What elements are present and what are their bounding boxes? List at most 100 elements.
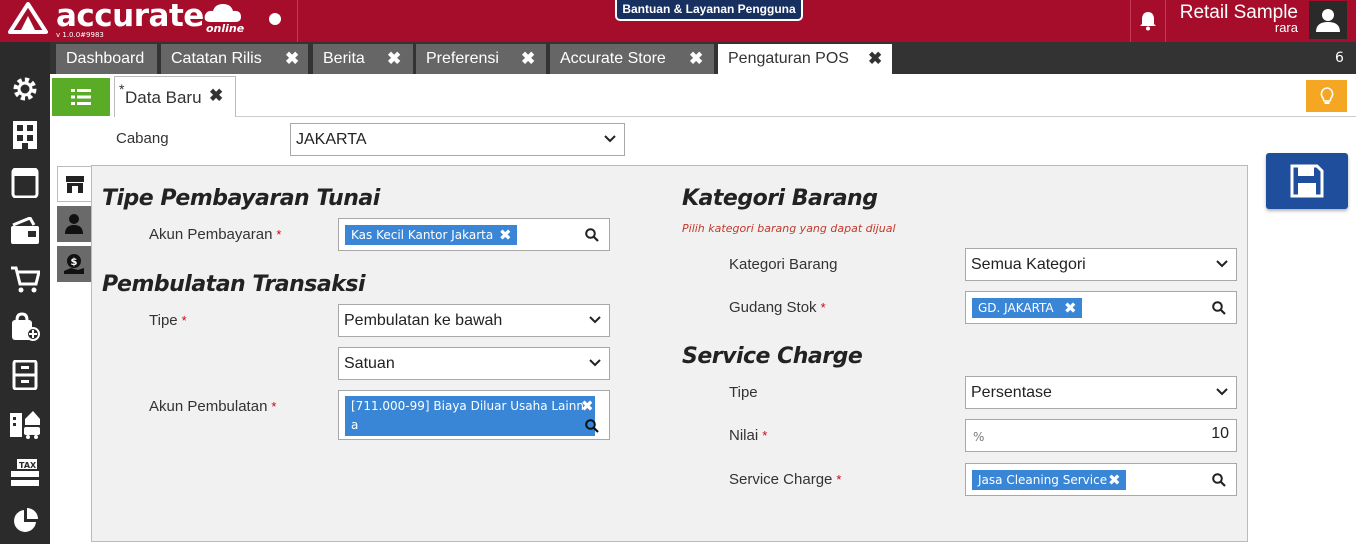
chevron-down-icon xyxy=(1216,388,1228,396)
rounding-type-label: Tipe * xyxy=(149,312,187,329)
tab-label: Accurate Store xyxy=(560,50,666,67)
service-value-label: Nilai * xyxy=(729,427,768,444)
tab-bar: Dashboard Catatan Rilis ✖ Berita ✖ Prefere… xyxy=(50,42,1356,74)
cash-payment-title: Tipe Pembayaran Tunai xyxy=(102,186,380,211)
divider xyxy=(236,116,1356,117)
service-value: 10 xyxy=(1211,425,1229,442)
notification-button[interactable] xyxy=(1130,0,1166,42)
tab-pengaturan-pos[interactable]: Pengaturan POS ✖ xyxy=(718,44,892,74)
branch-select[interactable]: JAKARTA xyxy=(290,123,625,156)
asset-buildings-icon[interactable] xyxy=(8,406,42,440)
tab-label: Pengaturan POS xyxy=(728,50,849,67)
money-hand-icon: $ xyxy=(64,254,84,274)
store-icon xyxy=(65,176,84,193)
wallet-icon[interactable] xyxy=(8,214,42,248)
brand-name: accurate xyxy=(56,0,204,34)
tab-dashboard[interactable]: Dashboard xyxy=(56,44,157,74)
close-icon[interactable]: ✖ xyxy=(689,44,703,74)
search-icon[interactable] xyxy=(1212,301,1226,315)
tab-label: Berita xyxy=(323,50,365,67)
tab-count-badge[interactable]: 6 xyxy=(1323,42,1356,74)
tab-store[interactable] xyxy=(57,166,91,202)
report-pie-chart-icon[interactable] xyxy=(8,504,42,538)
tab-accurate-store[interactable]: Accurate Store ✖ xyxy=(550,44,714,74)
tab-label: Preferensi xyxy=(426,50,499,67)
service-type-select[interactable]: Persentase xyxy=(965,376,1237,409)
search-icon[interactable] xyxy=(585,228,599,242)
svg-text:$: $ xyxy=(71,257,78,268)
avatar[interactable] xyxy=(1309,1,1347,39)
app-version: v 1.0.0#9983 xyxy=(56,31,104,39)
save-button[interactable] xyxy=(1266,153,1348,209)
ledger-book-icon[interactable] xyxy=(8,166,42,200)
sidebar: TAX xyxy=(0,42,50,544)
close-icon[interactable]: ✖ xyxy=(387,44,401,74)
status-indicator-icon xyxy=(269,13,281,25)
cart-icon[interactable] xyxy=(8,262,42,296)
category-hint: Pilih kategori barang yang dapat dijual xyxy=(682,222,896,235)
close-icon[interactable]: ✖ xyxy=(868,44,882,74)
close-icon[interactable]: ✖ xyxy=(521,44,535,74)
user-name[interactable]: rara xyxy=(1168,20,1298,35)
rounding-type-select[interactable]: Pembulatan ke bawah xyxy=(338,304,610,337)
company-building-icon[interactable] xyxy=(8,118,42,152)
top-bar: accurate v 1.0.0#9983 online Bantuan & L… xyxy=(0,0,1356,42)
help-button[interactable]: Bantuan & Layanan Pengguna xyxy=(615,0,803,21)
subtab-label: Data Baru xyxy=(125,88,202,107)
settings-gear-icon[interactable] xyxy=(8,72,42,106)
user-icon xyxy=(65,214,83,234)
service-charge-tag: Jasa Cleaning Service ✖ xyxy=(972,470,1126,490)
user-icon xyxy=(1316,9,1340,32)
payment-account-tag: Kas Kecil Kantor Jakarta ✖ xyxy=(345,225,517,245)
service-charge-field[interactable]: Jasa Cleaning Service ✖ xyxy=(965,463,1237,496)
rounding-title: Pembulatan Transaksi xyxy=(102,272,366,297)
tab-berita[interactable]: Berita ✖ xyxy=(313,44,413,74)
warehouse-field[interactable]: GD. JAKARTA ✖ xyxy=(965,291,1237,324)
settings-panel: Tipe Pembayaran Tunai Akun Pembayaran * K… xyxy=(91,165,1248,542)
tab-payment[interactable]: $ xyxy=(57,246,91,282)
remove-tag-icon[interactable]: ✖ xyxy=(1108,470,1121,490)
service-charge-title: Service Charge xyxy=(682,344,863,369)
svg-text:TAX: TAX xyxy=(19,461,37,470)
floppy-disk-icon xyxy=(1290,164,1324,198)
chevron-down-icon xyxy=(589,316,601,324)
divider xyxy=(297,0,298,42)
bell-icon xyxy=(1140,12,1156,31)
warehouse-label: Gudang Stok * xyxy=(729,299,826,316)
unsaved-marker: * xyxy=(119,81,125,97)
payment-account-field[interactable]: Kas Kecil Kantor Jakarta ✖ xyxy=(338,218,610,251)
rounding-account-tag: [711.000-99] Biaya Diluar Usaha Lainn a … xyxy=(345,396,599,436)
category-label: Kategori Barang xyxy=(729,256,838,273)
inventory-cabinet-icon[interactable] xyxy=(8,358,42,392)
list-icon xyxy=(71,89,91,105)
chevron-down-icon xyxy=(1216,260,1228,268)
close-icon[interactable]: ✖ xyxy=(209,86,223,106)
app-logo[interactable]: accurate v 1.0.0#9983 online xyxy=(6,0,244,40)
remove-tag-icon[interactable]: ✖ xyxy=(581,397,594,416)
tab-label: Catatan Rilis xyxy=(171,50,262,67)
lightbulb-icon xyxy=(1320,87,1333,104)
rounding-unit-select[interactable]: Satuan xyxy=(338,347,610,380)
tab-catatan-rilis[interactable]: Catatan Rilis ✖ xyxy=(161,44,308,74)
category-title: Kategori Barang xyxy=(682,186,878,211)
list-view-button[interactable] xyxy=(52,78,110,116)
branch-label: Cabang xyxy=(116,130,169,147)
rounding-account-field[interactable]: [711.000-99] Biaya Diluar Usaha Lainn a … xyxy=(338,390,610,440)
subtab-data-baru[interactable]: * Data Baru ✖ xyxy=(114,76,236,117)
tax-icon[interactable]: TAX xyxy=(8,456,42,490)
tab-preferensi[interactable]: Preferensi ✖ xyxy=(416,44,546,74)
chevron-down-icon xyxy=(589,359,601,367)
tab-user[interactable] xyxy=(57,206,91,242)
close-icon[interactable]: ✖ xyxy=(285,44,299,74)
remove-tag-icon[interactable]: ✖ xyxy=(499,225,512,245)
search-icon[interactable] xyxy=(1212,473,1226,487)
category-select[interactable]: Semua Kategori xyxy=(965,248,1237,281)
search-icon[interactable] xyxy=(585,419,599,433)
service-charge-label: Service Charge * xyxy=(729,471,842,488)
purchase-bag-icon[interactable] xyxy=(8,310,42,344)
service-value-input[interactable]: % 10 xyxy=(965,419,1237,452)
tips-button[interactable] xyxy=(1306,80,1347,112)
rounding-account-label: Akun Pembulatan * xyxy=(149,398,277,415)
branch-value: JAKARTA xyxy=(296,131,367,148)
remove-tag-icon[interactable]: ✖ xyxy=(1064,298,1077,318)
